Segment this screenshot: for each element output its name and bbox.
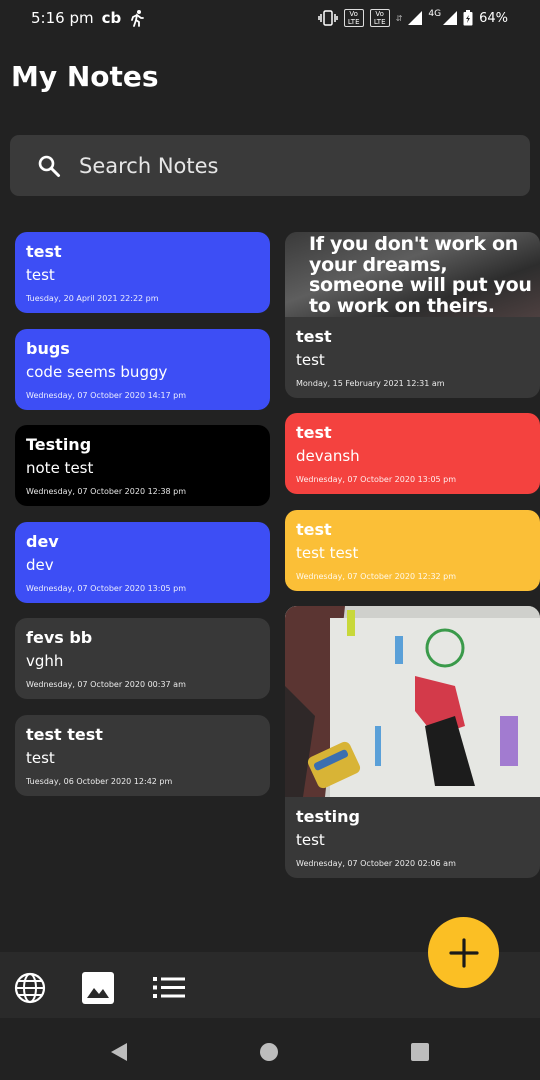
network-type: 4G: [428, 9, 442, 19]
search-placeholder: Search Notes: [79, 153, 219, 178]
note-title: fevs bb: [26, 628, 93, 647]
note-date: Tuesday, 06 October 2020 12:42 pm: [26, 777, 173, 786]
note-title: test: [296, 520, 332, 539]
volte-badge-2: Vo LTE: [369, 9, 390, 27]
photo-placeholder: [285, 606, 540, 797]
note-title: dev: [26, 532, 59, 551]
note-text: dev: [26, 556, 54, 574]
search-input[interactable]: Search Notes: [10, 135, 530, 196]
note-card-with-image[interactable]: If you don't work on your dreams, someon…: [285, 232, 540, 398]
search-icon: [38, 155, 60, 177]
note-text: devansh: [296, 447, 360, 465]
note-date: Wednesday, 07 October 2020 12:38 pm: [26, 487, 187, 496]
note-card[interactable]: test test test Tuesday, 06 October 2020 …: [15, 715, 270, 796]
signal-icon: [408, 11, 423, 25]
photo-image: [285, 606, 540, 797]
page-title: My Notes: [11, 60, 159, 93]
note-text: test: [26, 749, 55, 767]
volte-badge-1: Vo LTE: [343, 9, 364, 27]
note-date: Wednesday, 07 October 2020 14:17 pm: [26, 391, 187, 400]
status-time: 5:16 pm: [31, 9, 94, 27]
note-card[interactable]: test test test Wednesday, 07 October 202…: [285, 510, 540, 591]
note-title: test: [26, 242, 62, 261]
note-text: test test: [296, 544, 359, 562]
quote-image-text: If you don't work on your dreams, someon…: [309, 233, 532, 317]
note-text: test: [296, 831, 325, 849]
home-icon[interactable]: [260, 1043, 278, 1061]
status-left: 5:16 pm cb: [31, 9, 145, 27]
quote-image: If you don't work on your dreams, someon…: [285, 232, 540, 317]
note-date: Wednesday, 07 October 2020 00:37 am: [26, 680, 186, 689]
note-title: Testing: [26, 435, 92, 454]
status-right: Vo LTE Vo LTE ⇵ 4G 64%: [317, 9, 508, 27]
note-date: Tuesday, 20 April 2021 22:22 pm: [26, 294, 159, 303]
note-text: test: [296, 351, 325, 369]
note-date: Wednesday, 07 October 2020 12:32 pm: [296, 572, 457, 581]
status-bar: 5:16 pm cb Vo LTE Vo LTE ⇵ 4G 64%: [0, 0, 540, 36]
note-title: bugs: [26, 339, 70, 358]
list-icon[interactable]: [153, 975, 185, 1005]
note-title: test: [296, 423, 332, 442]
image-icon[interactable]: [82, 972, 114, 1008]
note-text: note test: [26, 459, 94, 477]
note-title: test test: [26, 725, 103, 744]
note-card[interactable]: bugs code seems buggy Wednesday, 07 Octo…: [15, 329, 270, 410]
note-date: Wednesday, 07 October 2020 02:06 am: [296, 859, 456, 868]
note-text: code seems buggy: [26, 363, 168, 381]
vibrate-icon: [317, 10, 338, 26]
note-date: Wednesday, 07 October 2020 13:05 pm: [26, 584, 187, 593]
note-card[interactable]: test test Tuesday, 20 April 2021 22:22 p…: [15, 232, 270, 313]
note-card-with-image[interactable]: testing test Wednesday, 07 October 2020 …: [285, 606, 540, 878]
globe-icon[interactable]: [14, 972, 46, 1008]
note-card[interactable]: dev dev Wednesday, 07 October 2020 13:05…: [15, 522, 270, 603]
running-icon: [129, 9, 145, 27]
signal-arrows-icon: ⇵: [395, 13, 403, 23]
back-icon[interactable]: [109, 1042, 129, 1062]
recents-icon[interactable]: [411, 1043, 429, 1061]
note-date: Wednesday, 07 October 2020 13:05 pm: [296, 475, 457, 484]
plus-icon: [448, 937, 479, 968]
system-nav-bar: [0, 1018, 540, 1080]
note-card[interactable]: test devansh Wednesday, 07 October 2020 …: [285, 413, 540, 494]
battery-level: 64%: [479, 10, 508, 26]
add-note-button[interactable]: [428, 917, 499, 988]
note-date: Monday, 15 February 2021 12:31 am: [296, 379, 445, 388]
note-card[interactable]: fevs bb vghh Wednesday, 07 October 2020 …: [15, 618, 270, 699]
note-text: vghh: [26, 652, 64, 670]
note-text: test: [26, 266, 55, 284]
status-carrier: cb: [101, 9, 122, 27]
note-card[interactable]: Testing note test Wednesday, 07 October …: [15, 425, 270, 506]
battery-icon: [463, 10, 473, 26]
note-title: test: [296, 327, 332, 346]
signal-icon-2: [443, 11, 458, 25]
note-title: testing: [296, 807, 360, 826]
